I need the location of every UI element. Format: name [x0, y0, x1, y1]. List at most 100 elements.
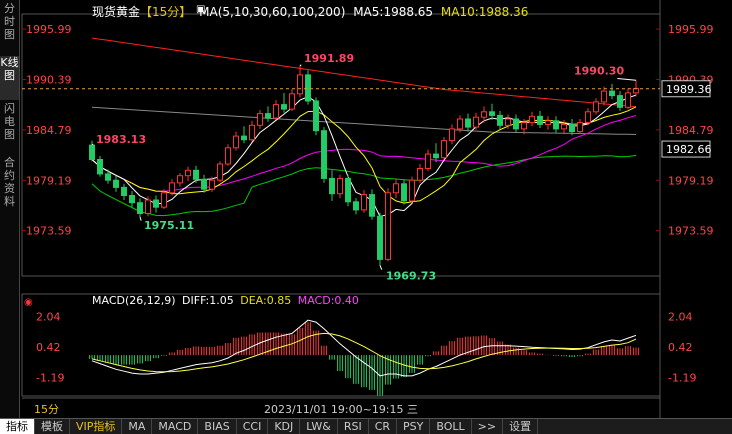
- tab-vip-indicators[interactable]: VIP指标: [70, 419, 123, 434]
- macd-axis-label-right: -1.19: [668, 372, 696, 385]
- candle-body: [409, 179, 415, 202]
- chart-header: 现货黄金【15分】 MA(5,10,30,60,100,200) MA5:198…: [92, 3, 528, 20]
- macd-title: MACD(26,12,9): [92, 294, 176, 307]
- annotation-high-right: 1990.30: [574, 64, 624, 77]
- candle-body: [169, 182, 175, 194]
- candle-body: [345, 177, 351, 203]
- tab-template[interactable]: 模板: [35, 419, 70, 434]
- kline-chart[interactable]: 1991.89 1969.73 1983.13 1975.11 1990.30 1995…: [0, 0, 732, 418]
- annotation-start: 1983.13: [96, 133, 146, 146]
- candle-body: [481, 111, 487, 118]
- annotation-low: 1969.73: [386, 269, 436, 282]
- macd-panel: [89, 319, 639, 396]
- price-axis-label-right: 1995.99: [668, 23, 714, 36]
- time-period-label: 15分: [34, 403, 59, 416]
- annotation-high-right-pointer: [617, 78, 637, 81]
- candle-body: [489, 111, 495, 116]
- candle-body: [465, 118, 471, 128]
- tab-boll[interactable]: BOLL: [430, 419, 472, 434]
- candle-body: [193, 169, 199, 180]
- macd-macd-value: MACD:0.40: [297, 294, 359, 307]
- candle-body: [121, 186, 127, 196]
- candle-body: [233, 135, 239, 149]
- tab-lw[interactable]: LW&: [300, 419, 338, 434]
- macd-header: MACD(26,12,9) DIFF:1.05 DEA:0.85 MACD:0.…: [92, 294, 359, 307]
- candle-body: [369, 194, 375, 217]
- candle-body: [265, 113, 271, 119]
- period-label: 【15分】: [140, 5, 192, 19]
- candle-body: [625, 92, 631, 108]
- candle-body: [129, 195, 135, 204]
- macd-settings-icon[interactable]: ◉: [24, 297, 33, 308]
- candle-body: [561, 123, 567, 130]
- macd-axis-label-left: -1.19: [36, 372, 64, 385]
- candle-body: [137, 202, 143, 214]
- price-axis-label-left: 1979.19: [26, 174, 72, 187]
- tab-ma[interactable]: MA: [122, 419, 153, 434]
- candle-body: [305, 74, 311, 102]
- candle-body: [209, 179, 215, 190]
- candle-body: [441, 140, 447, 159]
- candle-body: [393, 183, 399, 194]
- candle-body: [601, 90, 607, 103]
- tab-kdj[interactable]: KDJ: [268, 419, 301, 434]
- candle-body: [201, 178, 207, 190]
- price-axis-label-right: 1973.59: [668, 225, 714, 238]
- instrument-name: 现货黄金: [92, 5, 141, 19]
- candle-body: [217, 163, 223, 181]
- candle-body: [225, 147, 231, 165]
- macd-axis-label-right: 0.42: [668, 341, 693, 354]
- ma5-value: MA5:1988.65: [353, 5, 434, 19]
- macd-axis-label-left: 0.42: [36, 341, 61, 354]
- tab-more[interactable]: >>: [472, 419, 504, 434]
- crosshair-time: 2023/11/01 19:00~19:15 三: [264, 403, 419, 416]
- tab-cr[interactable]: CR: [369, 419, 398, 434]
- candle-body: [529, 115, 535, 124]
- candle-body: [553, 120, 559, 130]
- ma-settings-icon[interactable]: ▣: [196, 4, 205, 15]
- indicator-tab-bar: 指标 模板 VIP指标 MA MACD BIAS CCI KDJ LW& RSI…: [0, 418, 732, 434]
- candle-body: [89, 144, 95, 161]
- candle-body: [321, 130, 327, 179]
- current-price-text: 1989.36: [666, 83, 712, 96]
- candle-body: [105, 173, 111, 181]
- candle-body: [449, 128, 455, 142]
- candle-body: [289, 93, 295, 110]
- ma100-line: [91, 37, 637, 108]
- tab-psy[interactable]: PSY: [397, 419, 431, 434]
- tab-indicators[interactable]: 指标: [0, 419, 35, 434]
- secondary-price-text: 1982.66: [666, 143, 712, 156]
- price-axis-label-right: 1984.79: [668, 124, 714, 137]
- tab-settings[interactable]: 设置: [503, 419, 539, 434]
- candle-body: [593, 101, 599, 113]
- candle-body: [161, 192, 167, 208]
- candle-body: [145, 199, 151, 214]
- candle-body: [457, 118, 463, 130]
- ma-title: MA(5,10,30,60,100,200): [199, 5, 346, 19]
- tab-bias[interactable]: BIAS: [198, 419, 237, 434]
- price-axis-label-right: 1979.19: [668, 174, 714, 187]
- candle-body: [377, 215, 383, 260]
- candle-body: [97, 159, 103, 175]
- candle-body: [513, 118, 519, 130]
- candle-body: [585, 111, 591, 124]
- tab-macd[interactable]: MACD: [152, 419, 199, 434]
- candle-body: [249, 124, 255, 141]
- candle-body: [425, 153, 431, 170]
- candle-body: [385, 192, 391, 260]
- macd-diff-value: DIFF:1.05: [182, 294, 234, 307]
- tab-rsi[interactable]: RSI: [338, 419, 369, 434]
- candle-body: [113, 179, 119, 188]
- candle-body: [241, 135, 247, 141]
- tab-cci[interactable]: CCI: [237, 419, 269, 434]
- candle-body: [569, 123, 575, 133]
- candle-body: [329, 177, 335, 195]
- annotation-mid-low-pointer: [139, 216, 142, 221]
- candle-body: [401, 183, 407, 202]
- candle-body: [537, 115, 543, 125]
- candle-body: [617, 95, 623, 108]
- candle-body: [609, 90, 615, 97]
- candle-body: [545, 120, 551, 125]
- macd-dea-value: DEA:0.85: [240, 294, 292, 307]
- annotation-mid-low: 1975.11: [144, 219, 194, 232]
